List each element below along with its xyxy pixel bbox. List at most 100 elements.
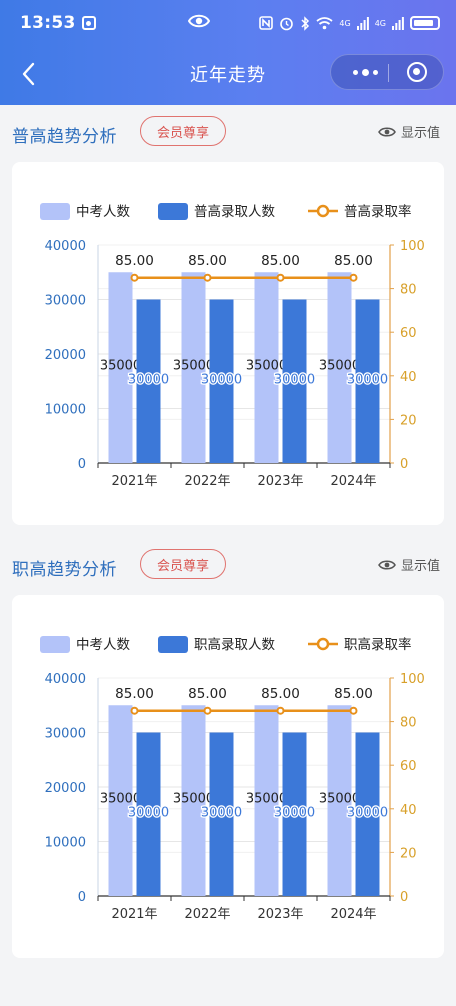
legend-label: 普高录取人数 (194, 203, 275, 220)
x-tick-label: 2023年 (257, 907, 303, 922)
capsule-divider (388, 64, 389, 82)
section-title: 普高趋势分析 (12, 127, 117, 147)
y-tick-label: 10000 (45, 403, 86, 418)
wifi-icon (316, 17, 333, 30)
bar-value-label: 30000 (347, 805, 388, 820)
battery-icon (410, 16, 440, 30)
rate-value-label: 85.00 (188, 686, 227, 702)
bar-value-label: 30000 (201, 805, 242, 820)
bar-value-label: 30000 (347, 372, 388, 387)
signal-icon (356, 16, 369, 30)
y2-tick-label: 0 (400, 890, 408, 905)
x-tick-label: 2023年 (257, 474, 303, 489)
vip-badge[interactable]: 会员尊享 (140, 116, 226, 146)
y2-tick-label: 0 (400, 457, 408, 472)
bar-value-label: 35000 (319, 791, 360, 806)
rate-point (349, 273, 358, 282)
bar-value-label: 30000 (128, 372, 169, 387)
rate-point (203, 273, 212, 282)
nfc-icon (259, 16, 274, 30)
show-values-label: 显示值 (401, 126, 441, 141)
status-time: 13:53 (20, 13, 76, 33)
y-tick-label: 40000 (45, 672, 86, 687)
y-tick-label: 30000 (45, 294, 86, 309)
bluetooth-icon (301, 15, 310, 31)
chart-card-vocational: 中考人数 职高录取人数 职高录取率 0 10000 20000 30000 40000 0 20 4… (12, 595, 444, 958)
rate-value-label: 85.00 (115, 253, 154, 269)
y2-tick-label: 40 (400, 370, 417, 385)
legend-label: 职高录取率 (344, 636, 412, 653)
legend-label: 中考人数 (76, 204, 130, 220)
y-tick-label: 0 (78, 890, 86, 905)
y2-tick-label: 60 (400, 326, 417, 341)
nav-bar: 近年走势 (0, 50, 456, 98)
vip-badge[interactable]: 会员尊享 (140, 549, 226, 579)
y-tick-label: 40000 (45, 239, 86, 254)
rate-point (349, 706, 358, 715)
show-values-label: 显示值 (401, 559, 441, 574)
eye-icon (378, 559, 396, 570)
eye-icon (188, 14, 210, 28)
legend-swatch (158, 636, 188, 653)
rate-value-label: 85.00 (188, 253, 227, 269)
section-header-general: 普高趋势分析 会员尊享 显示值 (0, 116, 456, 156)
notification-icon (81, 16, 96, 30)
legend-marker (316, 204, 330, 218)
x-tick-label: 2021年 (111, 474, 157, 489)
x-tick-label: 2021年 (111, 907, 157, 922)
show-values-toggle[interactable]: 显示值 (378, 122, 440, 141)
bar-value-label: 35000 (319, 358, 360, 373)
y2-tick-label: 40 (400, 803, 417, 818)
signal-label-2: 4G (374, 18, 386, 28)
y-tick-label: 10000 (45, 836, 86, 851)
show-values-toggle[interactable]: 显示值 (378, 555, 440, 574)
signal-label-1: 4G (339, 18, 351, 28)
legend-marker (316, 637, 330, 651)
y2-tick-label: 20 (400, 413, 417, 428)
eye-icon (378, 126, 396, 137)
legend-label: 职高录取人数 (194, 636, 275, 653)
legend-swatch (40, 203, 70, 220)
y2-tick-label: 80 (400, 716, 417, 731)
rate-point (130, 706, 139, 715)
status-left: 13:53 (20, 13, 96, 33)
rate-value-label: 85.00 (115, 686, 154, 702)
legend-label: 普高录取率 (344, 203, 412, 220)
y2-tick-label: 80 (400, 283, 417, 298)
rate-point (276, 706, 285, 715)
bar-value-label: 35000 (246, 791, 287, 806)
y2-tick-label: 20 (400, 846, 417, 861)
more-menu-button[interactable] (345, 55, 385, 89)
y2-tick-label: 60 (400, 759, 417, 774)
close-mini-program-button[interactable] (407, 62, 427, 82)
bar-value-label: 30000 (128, 805, 169, 820)
rate-point (203, 706, 212, 715)
y-tick-label: 30000 (45, 727, 86, 742)
bar-value-label: 35000 (173, 358, 214, 373)
legend-swatch (158, 203, 188, 220)
status-bar: 13:53 4G 4G (0, 0, 456, 46)
rate-value-label: 85.00 (261, 686, 300, 702)
bar-value-label: 35000 (246, 358, 287, 373)
x-tick-label: 2024年 (330, 474, 376, 489)
rate-value-label: 85.00 (261, 253, 300, 269)
mini-program-capsule (330, 54, 444, 90)
status-right: 4G 4G (259, 15, 440, 31)
x-tick-label: 2022年 (184, 474, 230, 489)
app-header: 13:53 4G 4G 近年走势 (0, 0, 456, 105)
bar-value-label: 35000 (173, 791, 214, 806)
trend-chart: 中考人数 普高录取人数 普高录取率 0 10000 20000 30000 40000 0 20 4… (40, 203, 425, 489)
chart-card-general: 中考人数 普高录取人数 普高录取率 0 10000 20000 30000 40000 0 20 4… (12, 162, 444, 525)
x-tick-label: 2022年 (184, 907, 230, 922)
y-tick-label: 20000 (45, 781, 86, 796)
y-tick-label: 0 (78, 457, 86, 472)
y2-tick-label: 100 (400, 672, 425, 687)
rate-value-label: 85.00 (334, 253, 373, 269)
trend-chart: 中考人数 职高录取人数 职高录取率 0 10000 20000 30000 40000 0 20 4… (40, 636, 425, 922)
y2-tick-label: 100 (400, 239, 425, 254)
bar-value-label: 30000 (201, 372, 242, 387)
legend-label: 中考人数 (76, 637, 130, 653)
x-tick-label: 2024年 (330, 907, 376, 922)
section-title: 职高趋势分析 (12, 560, 117, 580)
bar-value-label: 30000 (274, 372, 315, 387)
